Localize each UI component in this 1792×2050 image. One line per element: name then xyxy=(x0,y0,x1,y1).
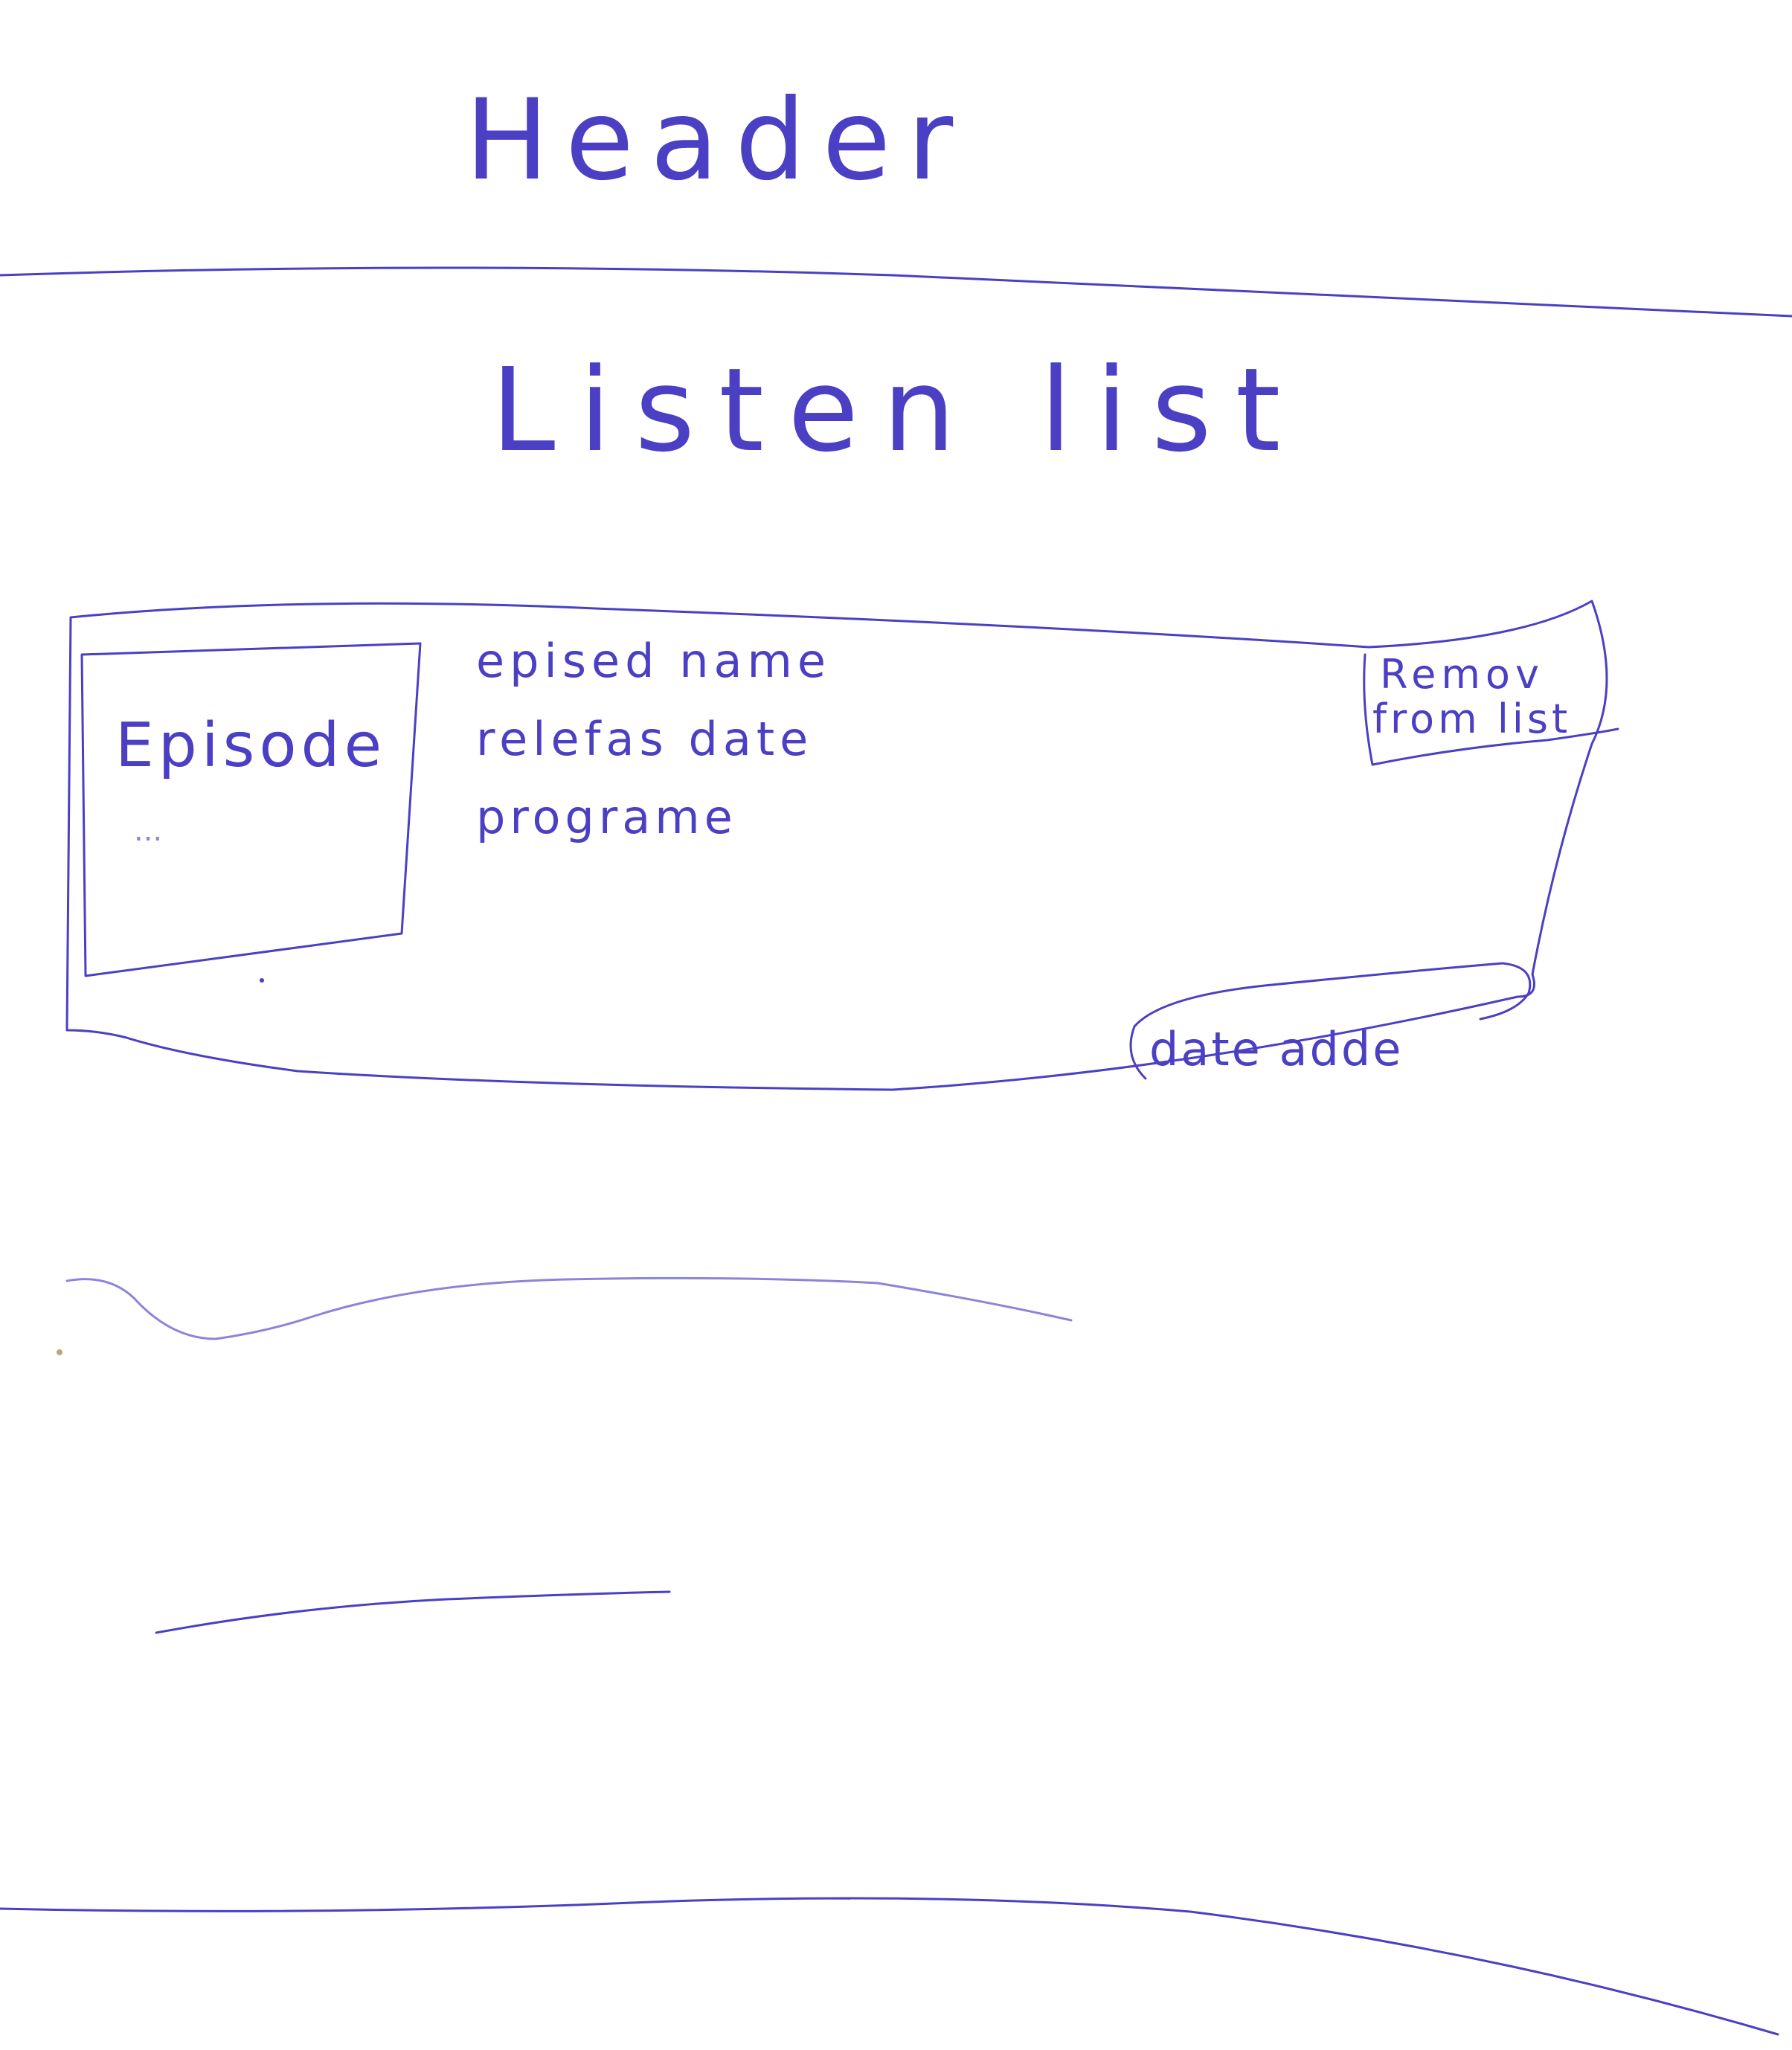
episode-thumbnail-frame xyxy=(80,642,422,977)
list-item-placeholder-squiggle xyxy=(65,1276,1073,1340)
footer-divider xyxy=(0,1897,1779,2036)
date-added-label: date adde xyxy=(1149,1022,1403,1076)
page-title: Listen list xyxy=(491,343,1304,478)
episode-details: epised name relefas date programe xyxy=(476,634,831,844)
episode-card: Episode ... epised name relefas date pro… xyxy=(65,600,1619,1091)
date-added-badge: date adde xyxy=(1129,962,1532,1080)
episode-thumbnail-sublabel: ... xyxy=(134,814,162,848)
remove-button-label-line1: Remov xyxy=(1380,651,1544,698)
header-title: Header xyxy=(465,76,969,205)
stray-dot xyxy=(260,978,264,983)
episode-thumbnail[interactable]: Episode ... xyxy=(80,642,422,977)
remove-button-label-line2: from list xyxy=(1372,695,1571,742)
episode-thumbnail-label: Episode xyxy=(115,710,386,781)
wireframe-sketch: Header Listen list Episode ... epised na… xyxy=(0,76,1792,2036)
header: Header xyxy=(465,76,969,205)
episode-card-outline xyxy=(65,600,1608,1091)
program-name[interactable]: programe xyxy=(476,790,737,844)
list-item-placeholder-line xyxy=(155,1590,671,1634)
remove-from-list-button[interactable]: Remov from list xyxy=(1363,651,1619,766)
episode-name[interactable]: epised name xyxy=(476,634,831,688)
stray-dot xyxy=(57,1349,62,1355)
header-divider xyxy=(0,266,1792,318)
release-date: relefas date xyxy=(476,712,813,766)
